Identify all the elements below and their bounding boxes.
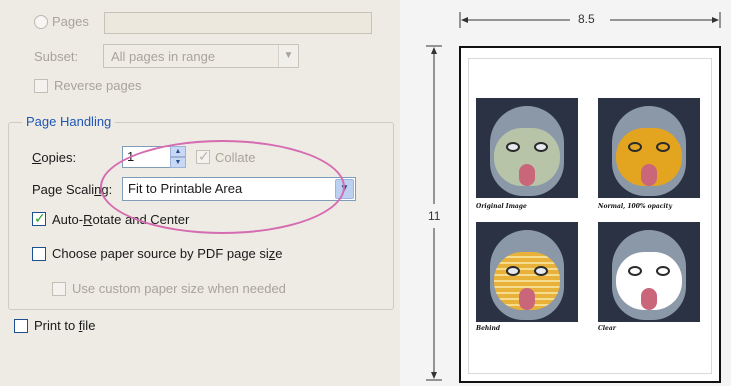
- pages-label: Pages: [52, 14, 89, 29]
- copies-label: Copies:: [32, 150, 76, 165]
- pages-radio[interactable]: [34, 15, 48, 29]
- mask-eye: [534, 142, 548, 152]
- page-scaling-label-pre: Page Scali: [32, 182, 95, 197]
- custom-paper-checkbox[interactable]: [52, 282, 66, 296]
- collate-checkbox[interactable]: ✓: [196, 148, 210, 164]
- subset-select-value: All pages in range: [111, 49, 216, 64]
- mask-eye: [656, 266, 670, 276]
- copies-input[interactable]: 1: [122, 146, 172, 168]
- chevron-down-icon: ▼: [278, 45, 298, 67]
- thumbnail-clear: [598, 222, 700, 322]
- print-to-file-label: Print to file: [34, 318, 95, 333]
- caption-clear: Clear: [598, 325, 616, 332]
- mask-beak: [519, 164, 535, 186]
- copies-stepper[interactable]: ▲ ▼: [170, 146, 186, 168]
- mask-eye: [506, 142, 520, 152]
- mask-beak: [641, 164, 657, 186]
- paper-source-label: Choose paper source by PDF page size: [52, 246, 283, 261]
- caption-behind: Behind: [476, 325, 501, 332]
- subset-label: Subset:: [34, 49, 79, 64]
- auto-rotate-label-pre: Auto-: [52, 212, 84, 227]
- page-scaling-select[interactable]: Fit to Printable Area ▼: [122, 177, 356, 201]
- thumbnail-normal-opacity: [598, 98, 700, 198]
- paper-source-label-pre: Choose paper source by PDF page si: [52, 246, 269, 261]
- mask-eye: [534, 266, 548, 276]
- auto-rotate-checkbox[interactable]: ✓: [32, 210, 46, 226]
- page-handling-legend: Page Handling: [22, 114, 116, 129]
- auto-rotate-label: Auto-Rotate and Center: [52, 212, 189, 227]
- stepper-up-icon[interactable]: ▲: [170, 146, 186, 157]
- copies-label-text: opies:: [41, 150, 77, 165]
- reverse-pages-label: Reverse pages: [54, 78, 142, 93]
- mask-eye: [628, 266, 642, 276]
- mask-eye: [506, 266, 520, 276]
- stepper-down-icon[interactable]: ▼: [170, 157, 186, 168]
- mask-eye: [656, 142, 670, 152]
- print-to-file-checkbox[interactable]: [14, 319, 28, 333]
- print-to-file-label-pre: Print to: [34, 318, 79, 333]
- pages-input[interactable]: [104, 12, 372, 34]
- caption-normal: Normal, 100% opacity: [598, 203, 672, 210]
- checkmark-icon: ✓: [34, 210, 46, 226]
- subset-select[interactable]: All pages in range ▼: [103, 44, 299, 68]
- reverse-pages-checkbox[interactable]: [34, 79, 48, 93]
- width-label: 8.5: [578, 12, 595, 26]
- custom-paper-label: Use custom paper size when needed: [72, 281, 286, 296]
- checkmark-icon: ✓: [198, 148, 210, 164]
- mask-beak: [519, 288, 535, 310]
- auto-rotate-label-post: otate and Center: [92, 212, 190, 227]
- paper-source-label-post: e: [275, 246, 283, 261]
- mask-beak: [641, 288, 657, 310]
- collate-label: Collate: [215, 150, 256, 165]
- print-to-file-label-post: ile: [82, 318, 96, 333]
- chevron-down-icon[interactable]: ▼: [335, 179, 354, 199]
- copies-label-mnemonic: C: [32, 150, 42, 165]
- mask-eye: [628, 142, 642, 152]
- thumbnail-original-image: [476, 98, 578, 198]
- paper-source-checkbox[interactable]: [32, 247, 46, 261]
- page-scaling-label: Page Scaling:: [32, 182, 112, 197]
- caption-original: Original Image: [476, 203, 527, 210]
- height-label: 11: [428, 209, 441, 223]
- thumbnail-behind: [476, 222, 578, 322]
- page-scaling-value: Fit to Printable Area: [128, 181, 243, 196]
- page-scaling-label-post: g:: [101, 182, 113, 197]
